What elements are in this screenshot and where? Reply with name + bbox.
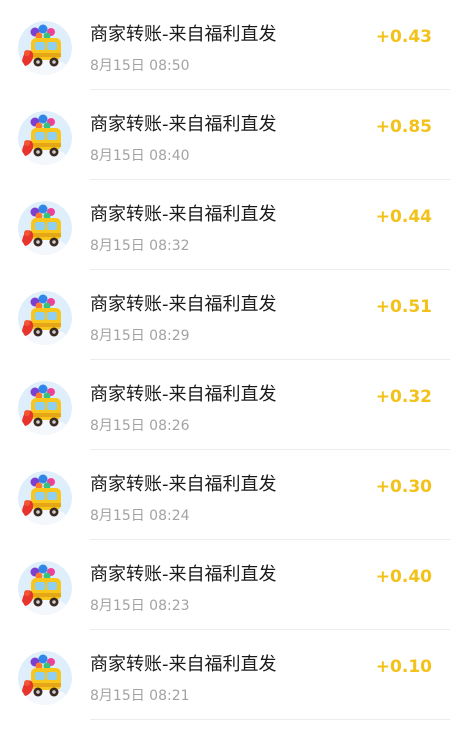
transaction-time: 8月15日 08:23 [90, 598, 190, 614]
list-item[interactable]: 商家转账-来自福利直发 8月15日 08:26 +0.32 [0, 360, 450, 450]
transaction-amount: +0.85 [375, 117, 432, 137]
toy-truck-avatar-icon [18, 291, 72, 345]
toy-truck-avatar-icon [18, 201, 72, 255]
transaction-amount: +0.51 [375, 297, 432, 317]
transaction-title: 商家转账-来自福利直发 [90, 294, 277, 315]
list-item[interactable]: 商家转账-来自福利直发 8月15日 08:23 +0.40 [0, 540, 450, 630]
transaction-amount: +0.40 [375, 567, 432, 587]
transaction-time: 8月15日 08:40 [90, 148, 190, 164]
transaction-time: 8月15日 08:26 [90, 418, 190, 434]
list-item[interactable]: 商家转账-来自福利直发 8月15日 08:29 +0.51 [0, 270, 450, 360]
transaction-title: 商家转账-来自福利直发 [90, 654, 277, 675]
divider [90, 719, 450, 720]
transaction-title: 商家转账-来自福利直发 [90, 24, 277, 45]
toy-truck-avatar-icon [18, 471, 72, 525]
transaction-title: 商家转账-来自福利直发 [90, 474, 277, 495]
list-item[interactable]: 商家转账-来自福利直发 8月15日 08:50 +0.43 [0, 0, 450, 90]
transaction-amount: +0.30 [375, 477, 432, 497]
transaction-time: 8月15日 08:32 [90, 238, 190, 254]
transaction-amount: +0.10 [375, 657, 432, 677]
toy-truck-avatar-icon [18, 111, 72, 165]
transaction-title: 商家转账-来自福利直发 [90, 204, 277, 225]
transaction-time: 8月15日 08:24 [90, 508, 190, 524]
transaction-amount: +0.32 [375, 387, 432, 407]
transaction-title: 商家转账-来自福利直发 [90, 384, 277, 405]
transaction-title: 商家转账-来自福利直发 [90, 564, 277, 585]
transaction-time: 8月15日 08:21 [90, 688, 190, 704]
list-item[interactable]: 商家转账-来自福利直发 8月15日 08:40 +0.85 [0, 90, 450, 180]
toy-truck-avatar-icon [18, 381, 72, 435]
toy-truck-avatar-icon [18, 21, 72, 75]
transaction-list: 商家转账-来自福利直发 8月15日 08:50 +0.43 商家转账-来自福利直… [0, 0, 450, 720]
toy-truck-avatar-icon [18, 561, 72, 615]
transaction-amount: +0.43 [375, 27, 432, 47]
transaction-amount: +0.44 [375, 207, 432, 227]
transaction-time: 8月15日 08:50 [90, 58, 190, 74]
toy-truck-avatar-icon [18, 651, 72, 705]
list-item[interactable]: 商家转账-来自福利直发 8月15日 08:32 +0.44 [0, 180, 450, 270]
list-item[interactable]: 商家转账-来自福利直发 8月15日 08:24 +0.30 [0, 450, 450, 540]
list-item[interactable]: 商家转账-来自福利直发 8月15日 08:21 +0.10 [0, 630, 450, 720]
transaction-title: 商家转账-来自福利直发 [90, 114, 277, 135]
transaction-time: 8月15日 08:29 [90, 328, 190, 344]
